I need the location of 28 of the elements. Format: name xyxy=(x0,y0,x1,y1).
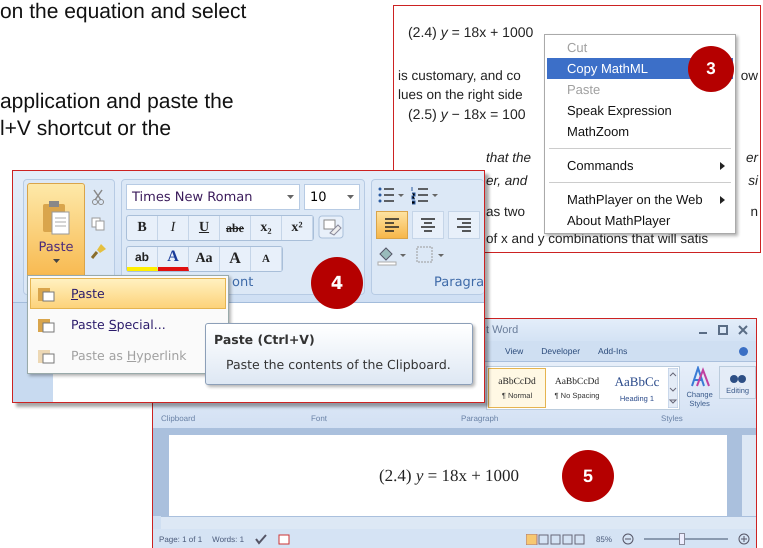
instruction-text: application and paste the xyxy=(0,89,234,115)
window-title: t Word xyxy=(486,324,518,336)
document-text: er, and xyxy=(486,173,528,190)
zoom-level: 85% xyxy=(596,534,612,544)
document-text: as two xyxy=(486,204,526,221)
document-text: of x and y combinations that will satis xyxy=(486,231,708,248)
document-text: (2.4) y = 18x + 1000 xyxy=(408,24,534,42)
tooltip-text: Paste the contents of the Clipboard. xyxy=(225,357,452,372)
instruction-text: l+V shortcut or the xyxy=(0,116,172,142)
status-text: Page: 1 of 1 xyxy=(159,534,202,544)
group-label: Styles xyxy=(661,414,683,422)
document-text: ow xyxy=(740,68,758,85)
group-label: Clipboard xyxy=(161,414,196,422)
group-label: ont xyxy=(232,275,254,290)
group-label: Paragra xyxy=(434,275,484,290)
instruction-text: on the equation and select xyxy=(0,0,246,25)
group-label: Font xyxy=(311,414,328,422)
document-text: si xyxy=(748,173,758,190)
status-text: Words: 1 xyxy=(212,534,244,544)
equation: (2.4) y = 18x + 1000 xyxy=(379,466,520,486)
document-text: n xyxy=(750,204,758,221)
document-text: lues on the right side xyxy=(398,87,523,104)
tooltip-title: Paste (Ctrl+V) xyxy=(214,332,316,347)
document-text: is customary, and co xyxy=(398,68,521,85)
document-text: (2.5) y − 18x = 100 xyxy=(408,106,526,124)
document-text: that the xyxy=(486,150,532,167)
group-label: Paragraph xyxy=(461,414,500,422)
document-text: er xyxy=(746,150,758,167)
